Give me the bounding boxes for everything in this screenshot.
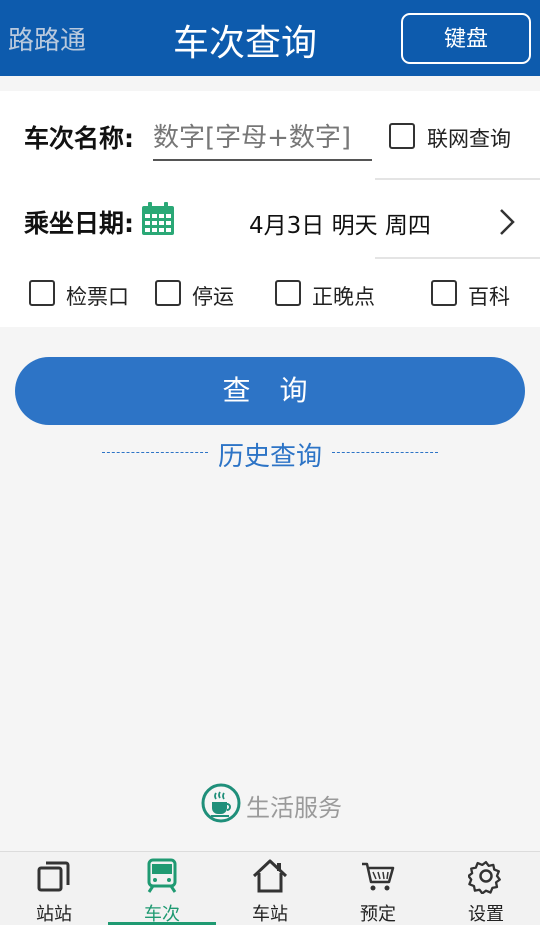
coffee-cup-icon	[201, 783, 241, 823]
encyclopedia-checkbox[interactable]	[431, 280, 457, 306]
gate-label: 检票口	[66, 285, 129, 309]
divider	[375, 178, 540, 180]
station-to-station-icon	[37, 861, 70, 892]
bottom-navigation: 站站 车次 车站 预定 设置	[0, 851, 540, 925]
gear-icon	[468, 860, 501, 894]
chevron-right-icon[interactable]	[496, 207, 518, 237]
nav-label: 设置	[468, 904, 504, 925]
online-query-checkbox[interactable]	[389, 123, 415, 149]
encyclopedia-label: 百科	[468, 285, 510, 309]
nav-item-train[interactable]: 车次	[108, 852, 216, 925]
calendar-icon[interactable]	[140, 201, 176, 237]
home-station-icon	[252, 859, 288, 893]
nav-label: 车站	[252, 904, 288, 925]
nav-item-settings[interactable]: 设置	[432, 852, 540, 925]
nav-item-booking[interactable]: 预定	[324, 852, 432, 925]
delay-label: 正晚点	[312, 285, 375, 309]
suspended-checkbox[interactable]	[155, 280, 181, 306]
gate-checkbox[interactable]	[29, 280, 55, 306]
keyboard-button[interactable]: 键盘	[401, 13, 531, 64]
nav-item-station-to-station[interactable]: 站站	[0, 852, 108, 925]
top-bar: 路路通 车次查询 键盘	[0, 0, 540, 76]
query-button[interactable]: 查 询	[15, 357, 525, 425]
train-name-label: 车次名称:	[24, 124, 134, 153]
train-number-input[interactable]	[153, 119, 372, 161]
shopping-cart-icon	[362, 862, 395, 891]
nav-label: 站站	[36, 904, 72, 925]
life-service-label: 生活服务	[246, 794, 342, 822]
query-form: 车次名称: 联网查询 乘坐日期: 4月3日 明天 周四 检票口 停运 正晚点 百…	[0, 91, 540, 327]
travel-date-value[interactable]: 4月3日 明天 周四	[249, 206, 431, 240]
suspended-label: 停运	[192, 285, 234, 309]
date-label: 乘坐日期:	[24, 209, 134, 238]
train-icon	[147, 858, 177, 893]
online-query-label: 联网查询	[427, 127, 511, 151]
delay-checkbox[interactable]	[275, 280, 301, 306]
nav-item-station[interactable]: 车站	[216, 852, 324, 925]
divider	[375, 257, 540, 259]
history-query-link[interactable]: 历史查询	[0, 436, 540, 473]
nav-label: 预定	[360, 904, 396, 925]
